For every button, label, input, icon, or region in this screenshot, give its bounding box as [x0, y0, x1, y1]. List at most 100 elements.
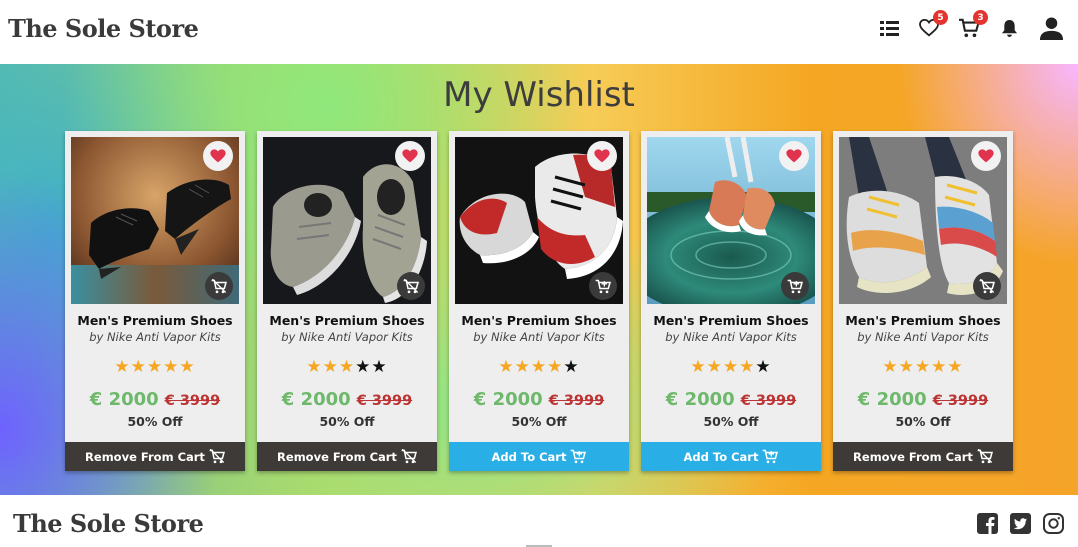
- product-brand: by Nike Anti Vapor Kits: [89, 330, 221, 344]
- quick-cart-button[interactable]: [589, 272, 617, 300]
- quick-cart-button[interactable]: [781, 272, 809, 300]
- cart-add-icon: [763, 449, 779, 464]
- wishlist-heart-button[interactable]: [395, 141, 425, 171]
- star-filled-icon: ★: [547, 357, 564, 377]
- quick-cart-button[interactable]: [397, 272, 425, 300]
- product-card: Men's Premium Shoes by Nike Anti Vapor K…: [449, 131, 629, 471]
- wishlist-heart-button[interactable]: [203, 141, 233, 171]
- price-row: € 2000 € 3999: [257, 389, 437, 410]
- instagram-icon[interactable]: [1043, 513, 1064, 534]
- action-label: Remove From Cart: [277, 449, 397, 464]
- old-price: € 3999: [164, 393, 221, 409]
- cart-count-badge: 3: [973, 10, 988, 25]
- price: € 2000: [473, 389, 543, 410]
- action-label: Remove From Cart: [853, 449, 973, 464]
- product-image[interactable]: [455, 137, 623, 304]
- heart-icon: [786, 149, 802, 163]
- price-row: € 2000 € 3999: [65, 389, 245, 410]
- discount-label: 50% Off: [703, 414, 759, 429]
- cart-remove-icon: [979, 278, 995, 293]
- product-image[interactable]: [839, 137, 1007, 304]
- price-row: € 2000 € 3999: [833, 389, 1013, 410]
- heart-icon: [978, 149, 994, 163]
- star-filled-icon: ★: [898, 357, 915, 377]
- wishlist-icon[interactable]: 5: [918, 10, 948, 41]
- star-filled-icon: ★: [530, 357, 548, 377]
- product-name[interactable]: Men's Premium Shoes: [65, 313, 245, 328]
- star-filled-icon: ★: [338, 357, 356, 377]
- star-filled-icon: ★: [498, 357, 515, 377]
- footer-brand[interactable]: The Sole Store: [13, 509, 204, 538]
- heart-icon: [402, 149, 418, 163]
- cart-add-icon: [787, 279, 803, 293]
- product-brand: by Nike Anti Vapor Kits: [281, 330, 413, 344]
- old-price: € 3999: [548, 393, 605, 409]
- wishlist-heart-button[interactable]: [779, 141, 809, 171]
- product-image[interactable]: [71, 137, 239, 304]
- star-empty-icon: ★: [563, 357, 580, 377]
- remove-from-cart-button[interactable]: Remove From Cart: [833, 442, 1013, 471]
- rating-stars: ★★★★★: [257, 357, 437, 377]
- product-name[interactable]: Men's Premium Shoes: [641, 313, 821, 328]
- action-label: Remove From Cart: [85, 449, 205, 464]
- bell-icon[interactable]: [998, 15, 1020, 41]
- product-name[interactable]: Men's Premium Shoes: [257, 313, 437, 328]
- remove-from-cart-button[interactable]: Remove From Cart: [65, 442, 245, 471]
- navbar: The Sole Store 5 3: [0, 0, 1078, 64]
- user-icon[interactable]: [1038, 15, 1064, 41]
- old-price: € 3999: [356, 393, 413, 409]
- star-filled-icon: ★: [739, 357, 756, 377]
- wishlist-section: My Wishlist Men's Premium Shoes by Nike …: [0, 64, 1078, 495]
- twitter-icon[interactable]: [1010, 513, 1031, 534]
- product-brand: by Nike Anti Vapor Kits: [857, 330, 989, 344]
- product-card: Men's Premium Shoes by Nike Anti Vapor K…: [833, 131, 1013, 471]
- list-icon[interactable]: [878, 15, 900, 41]
- star-filled-icon: ★: [114, 357, 131, 377]
- wishlist-heart-button[interactable]: [587, 141, 617, 171]
- action-label: Add To Cart: [683, 449, 759, 464]
- remove-from-cart-button[interactable]: Remove From Cart: [257, 442, 437, 471]
- quick-cart-button[interactable]: [973, 272, 1001, 300]
- heart-icon: [594, 149, 610, 163]
- star-filled-icon: ★: [146, 357, 164, 377]
- star-filled-icon: ★: [690, 357, 707, 377]
- old-price: € 3999: [740, 393, 797, 409]
- cart-remove-icon: [977, 449, 993, 464]
- price-row: € 2000 € 3999: [641, 389, 821, 410]
- star-filled-icon: ★: [914, 357, 932, 377]
- cart-add-icon: [571, 449, 587, 464]
- facebook-icon[interactable]: [977, 513, 998, 534]
- page-title: My Wishlist: [443, 75, 635, 115]
- product-card: Men's Premium Shoes by Nike Anti Vapor K…: [65, 131, 245, 471]
- star-filled-icon: ★: [931, 357, 948, 377]
- wishlist-count-badge: 5: [933, 10, 948, 25]
- add-to-cart-button[interactable]: Add To Cart: [641, 442, 821, 471]
- wishlist-heart-button[interactable]: [971, 141, 1001, 171]
- old-price: € 3999: [932, 393, 989, 409]
- rating-stars: ★★★★★: [833, 357, 1013, 377]
- product-brand: by Nike Anti Vapor Kits: [473, 330, 605, 344]
- cart-add-icon: [595, 279, 611, 293]
- product-image[interactable]: [263, 137, 431, 304]
- cart-remove-icon: [401, 449, 417, 464]
- rating-stars: ★★★★★: [641, 357, 821, 377]
- add-to-cart-button[interactable]: Add To Cart: [449, 442, 629, 471]
- social-links: [977, 513, 1064, 534]
- cart-icon[interactable]: 3: [958, 10, 988, 41]
- star-filled-icon: ★: [322, 357, 339, 377]
- price: € 2000: [281, 389, 351, 410]
- price: € 2000: [857, 389, 927, 410]
- product-name[interactable]: Men's Premium Shoes: [449, 313, 629, 328]
- rating-stars: ★★★★★: [65, 357, 245, 377]
- price-row: € 2000 € 3999: [449, 389, 629, 410]
- discount-label: 50% Off: [127, 414, 183, 429]
- star-filled-icon: ★: [947, 357, 964, 377]
- cart-remove-icon: [211, 278, 227, 293]
- discount-label: 50% Off: [895, 414, 951, 429]
- product-image[interactable]: [647, 137, 815, 304]
- product-name[interactable]: Men's Premium Shoes: [833, 313, 1013, 328]
- heart-icon: [210, 149, 226, 163]
- quick-cart-button[interactable]: [205, 272, 233, 300]
- star-filled-icon: ★: [706, 357, 723, 377]
- brand-logo[interactable]: The Sole Store: [8, 14, 199, 43]
